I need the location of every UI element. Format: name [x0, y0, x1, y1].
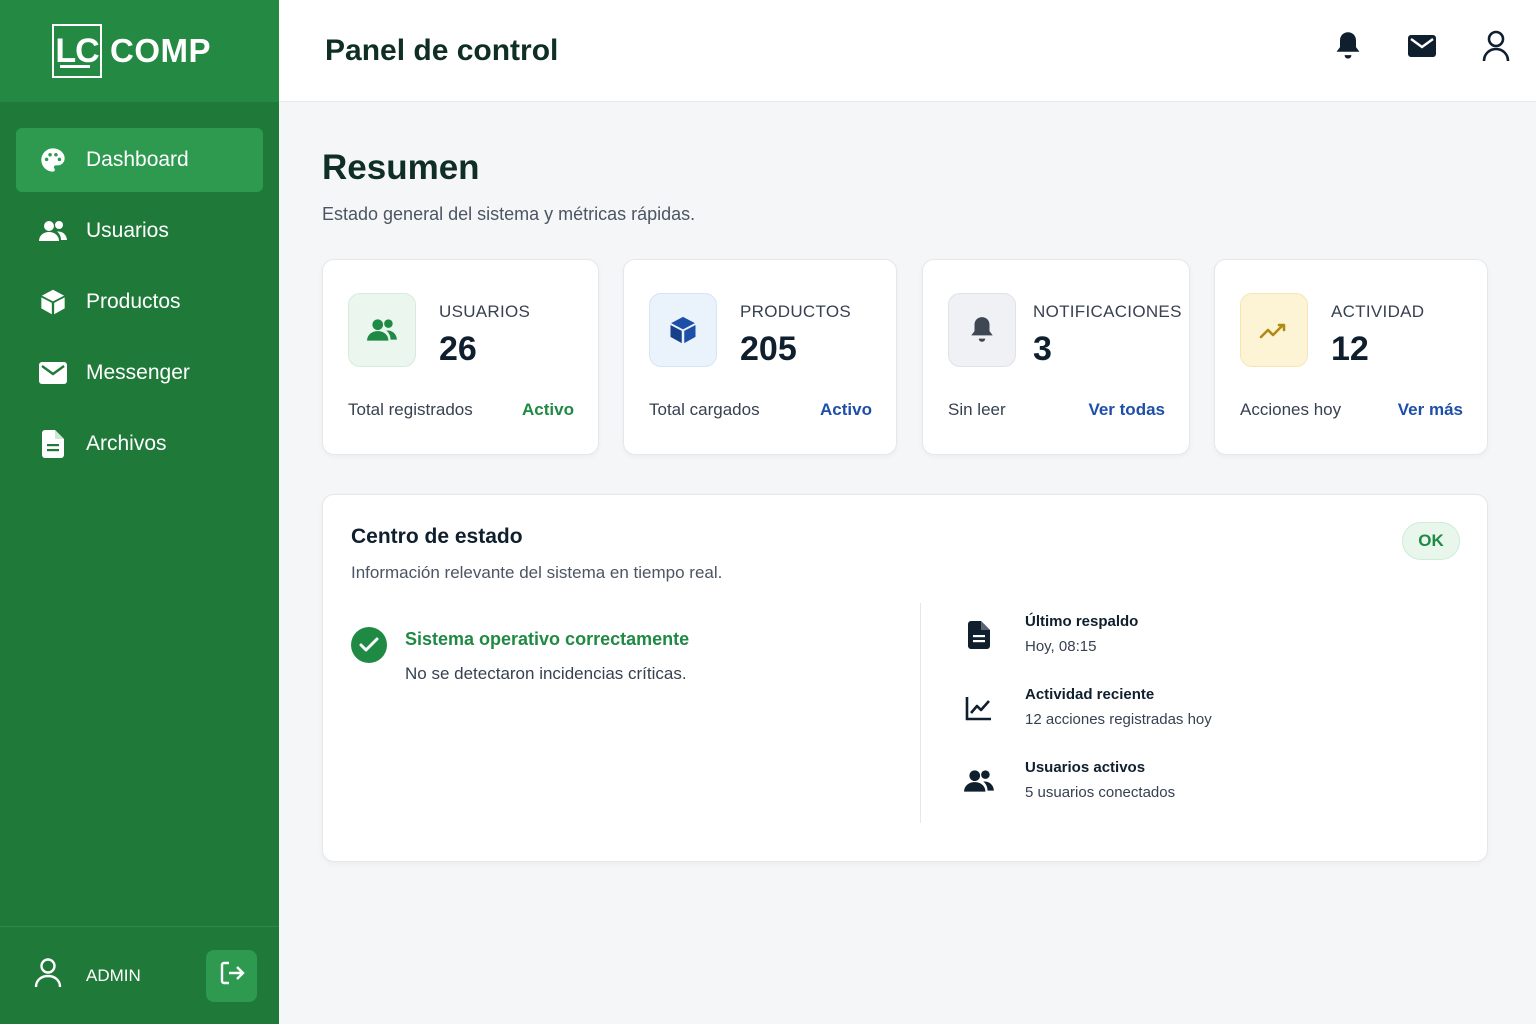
sidebar-item-archivos[interactable]: Archivos [16, 412, 263, 476]
card-status-link[interactable]: Activo [522, 400, 574, 420]
system-status: Sistema operativo correctamente No se de… [351, 627, 689, 684]
envelope-icon [38, 358, 68, 388]
info-description: 5 usuarios conectados [1025, 784, 1176, 801]
palette-icon [38, 145, 68, 175]
info-description: 12 acciones registradas hoy [1025, 711, 1212, 728]
user-icon [1482, 30, 1510, 67]
divider [920, 603, 921, 823]
sidebar-item-label: Messenger [86, 361, 190, 384]
card-description: Total registrados [348, 400, 473, 419]
messages-button[interactable] [1404, 30, 1440, 66]
document-icon [961, 617, 997, 653]
bell-icon [948, 293, 1016, 367]
bell-icon [1334, 30, 1362, 67]
file-icon [38, 429, 68, 459]
status-badge: OK [1402, 522, 1460, 560]
sidebar-item-label: Archivos [86, 432, 167, 455]
sidebar-user: ADMIN [0, 926, 279, 1024]
logout-icon [218, 959, 246, 992]
profile-button[interactable] [1478, 30, 1514, 66]
info-description: Hoy, 08:15 [1025, 638, 1097, 655]
system-status-description: No se detectaron incidencias críticas. [405, 664, 687, 683]
sidebar-nav: Dashboard Usuarios Productos Messenger A… [0, 102, 279, 476]
header-actions [1330, 30, 1514, 66]
brand-logo[interactable]: LC COMP [0, 0, 279, 102]
users-icon [38, 216, 68, 246]
card-actividad[interactable]: ACTIVIDAD 12 Acciones hoy Ver más [1214, 259, 1488, 455]
users-icon [348, 293, 416, 367]
card-productos[interactable]: PRODUCTOS 205 Total cargados Activo [623, 259, 897, 455]
card-description: Sin leer [948, 400, 1006, 419]
envelope-icon [1408, 34, 1436, 62]
status-subtitle: Información relevante del sistema en tie… [351, 563, 723, 582]
check-circle-icon [351, 627, 387, 663]
list-item: Actividad reciente 12 acciones registrad… [961, 686, 1212, 759]
sidebar-item-messenger[interactable]: Messenger [16, 341, 263, 405]
sidebar-item-dashboard[interactable]: Dashboard [16, 128, 263, 192]
summary-title: Resumen [322, 148, 480, 187]
card-label: USUARIOS [439, 302, 531, 321]
card-label: ACTIVIDAD [1331, 302, 1425, 321]
notifications-button[interactable] [1330, 30, 1366, 66]
status-title: Centro de estado [351, 525, 523, 548]
card-view-more-link[interactable]: Ver más [1398, 400, 1463, 420]
card-status-link[interactable]: Activo [820, 400, 872, 420]
card-value: 26 [439, 330, 477, 368]
sidebar-item-productos[interactable]: Productos [16, 270, 263, 334]
box-icon [38, 287, 68, 317]
brand-mark: LC [52, 24, 102, 78]
summary-subtitle: Estado general del sistema y métricas rá… [322, 204, 696, 224]
metric-cards: USUARIOS 26 Total registrados Activo PRO… [322, 259, 1488, 455]
card-description: Acciones hoy [1240, 400, 1342, 419]
top-header: Panel de control [279, 0, 1536, 102]
list-item: Último respaldo Hoy, 08:15 [961, 613, 1212, 686]
user-icon [34, 958, 62, 993]
card-value: 3 [1033, 330, 1052, 368]
main-content: Resumen Estado general del sistema y mét… [322, 102, 1488, 862]
page-title: Panel de control [325, 33, 559, 67]
card-usuarios[interactable]: USUARIOS 26 Total registrados Activo [322, 259, 599, 455]
card-notificaciones[interactable]: NOTIFICACIONES 3 Sin leer Ver todas [922, 259, 1190, 455]
logout-button[interactable] [206, 949, 257, 1002]
system-status-title: Sistema operativo correctamente [405, 629, 690, 649]
sidebar-item-label: Productos [86, 290, 181, 313]
status-center: Centro de estado Información relevante d… [322, 494, 1488, 862]
cube-icon [649, 293, 717, 367]
sidebar-item-usuarios[interactable]: Usuarios [16, 199, 263, 263]
card-value: 205 [740, 330, 797, 368]
card-label: NOTIFICACIONES [1033, 302, 1182, 321]
sidebar-item-label: Usuarios [86, 219, 169, 242]
chart-line-icon [961, 690, 997, 726]
trend-icon [1240, 293, 1308, 367]
info-title: Último respaldo [1025, 613, 1139, 630]
info-title: Actividad reciente [1025, 686, 1155, 703]
status-info-list: Último respaldo Hoy, 08:15 Actividad rec… [961, 613, 1212, 832]
sidebar-item-label: Dashboard [86, 148, 189, 171]
current-user-name: ADMIN [86, 965, 141, 985]
card-view-all-link[interactable]: Ver todas [1088, 400, 1165, 420]
card-label: PRODUCTOS [740, 302, 852, 321]
card-description: Total cargados [649, 400, 760, 419]
card-value: 12 [1331, 330, 1369, 368]
info-title: Usuarios activos [1025, 759, 1146, 776]
brand-name: COMP [110, 32, 211, 69]
users-icon [961, 763, 997, 799]
sidebar: LC COMP Dashboard Usuarios Productos Mes… [0, 0, 279, 1024]
list-item: Usuarios activos 5 usuarios conectados [961, 759, 1212, 832]
